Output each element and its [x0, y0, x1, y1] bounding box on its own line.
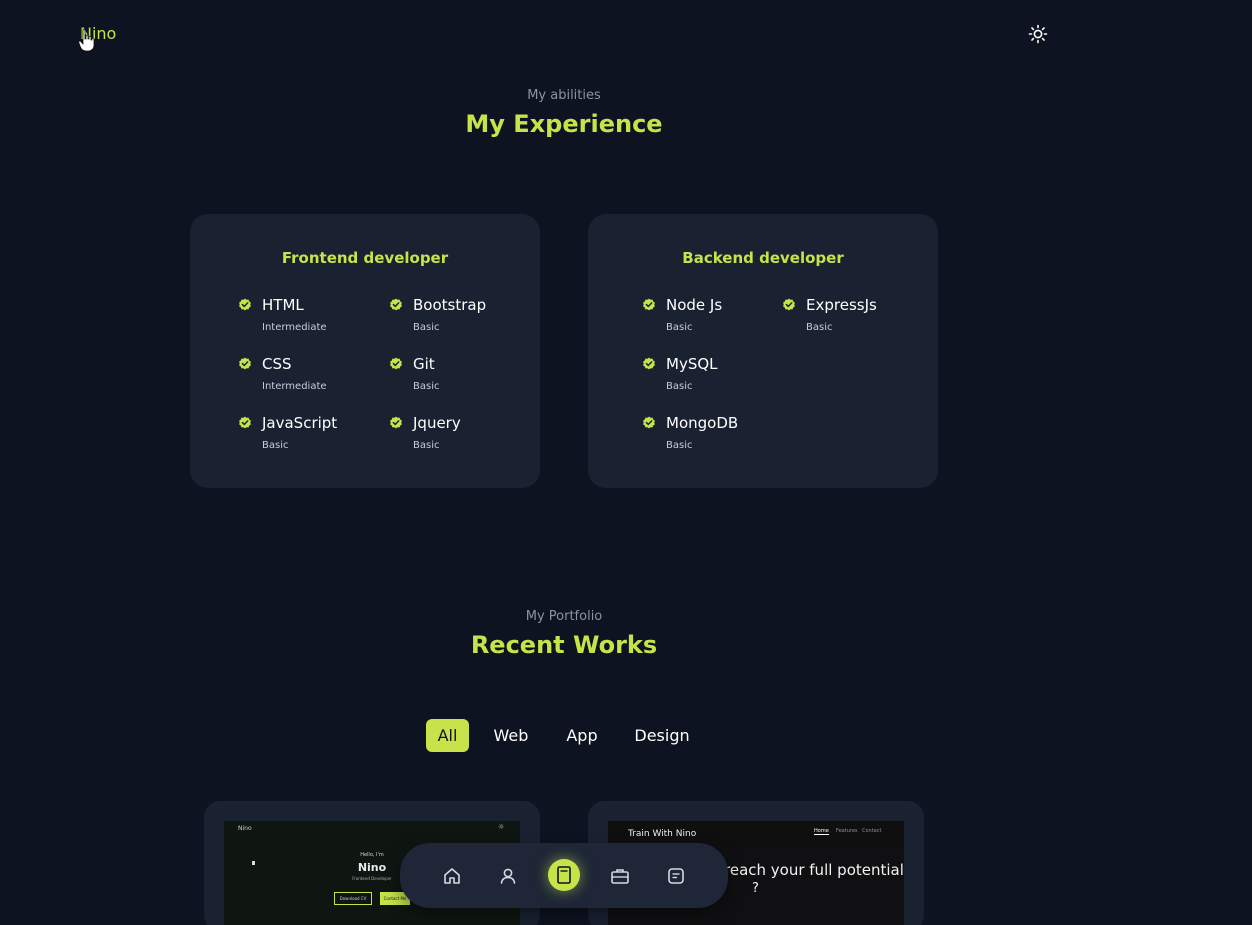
skill-level: Basic: [806, 322, 833, 333]
skill-level: Basic: [413, 322, 440, 333]
briefcase-icon[interactable]: [606, 862, 634, 890]
thumb-nav-home: Home: [814, 828, 829, 835]
hand-cursor-icon: [78, 28, 96, 52]
check-badge-icon: [389, 416, 403, 430]
check-badge-icon: [238, 416, 252, 430]
message-icon[interactable]: [662, 862, 690, 890]
portfolio-title: Recent Works: [470, 631, 658, 659]
skill-level: Basic: [666, 440, 693, 451]
thumb-headline-mark: ?: [752, 881, 759, 896]
frontend-card: Frontend developer HTML Intermediate Boo…: [190, 214, 540, 488]
book-icon[interactable]: [548, 859, 580, 891]
thumb-nav-features: Features: [836, 828, 858, 834]
frontend-card-title: Frontend developer: [281, 249, 449, 267]
backend-card: Backend developer Node Js Basic ExpressJ…: [588, 214, 938, 488]
check-badge-icon: [642, 357, 656, 371]
thumb-cursor-icon: [252, 861, 255, 865]
skill-name: Node Js: [666, 296, 723, 314]
check-badge-icon: [642, 416, 656, 430]
skill-name: CSS: [262, 355, 292, 373]
filter-tab-app[interactable]: App: [558, 719, 606, 752]
skill-name: Git: [413, 355, 435, 373]
skill-level: Intermediate: [262, 322, 327, 333]
filter-tab-web[interactable]: Web: [486, 719, 536, 752]
skill-level: Basic: [666, 322, 693, 333]
check-badge-icon: [642, 298, 656, 312]
user-icon[interactable]: [494, 862, 522, 890]
thumb-nav-contact: Contact: [862, 828, 882, 834]
skill-level: Basic: [666, 381, 693, 392]
skill-name: HTML: [262, 296, 304, 314]
sun-icon[interactable]: [1028, 24, 1048, 44]
filter-tab-design[interactable]: Design: [628, 719, 696, 752]
check-badge-icon: [389, 357, 403, 371]
experience-title: My Experience: [465, 110, 663, 138]
skill-name: ExpressJs: [806, 296, 877, 314]
check-badge-icon: [238, 298, 252, 312]
thumb-brand: Train With Nino: [628, 829, 697, 839]
filter-tab-all[interactable]: All: [426, 719, 469, 752]
skill-name: Bootstrap: [413, 296, 487, 314]
thumb-sun-icon: ☼: [498, 823, 505, 831]
portfolio-subtitle: My Portfolio: [525, 609, 603, 624]
skill-name: MongoDB: [666, 414, 739, 432]
skill-level: Basic: [413, 381, 440, 392]
thumb-headline: reach your full potential: [724, 861, 904, 879]
backend-card-title: Backend developer: [682, 249, 844, 267]
check-badge-icon: [389, 298, 403, 312]
skill-name: MySQL: [666, 355, 718, 373]
thumb-button-cv: Download CV: [334, 892, 372, 905]
check-badge-icon: [238, 357, 252, 371]
skill-name: JavaScript: [262, 414, 338, 432]
thumb-logo: Nino: [238, 825, 252, 832]
bottom-nav-dock: [400, 843, 728, 908]
home-icon[interactable]: [438, 862, 466, 890]
skill-level: Intermediate: [262, 381, 327, 392]
skill-level: Basic: [262, 440, 289, 451]
experience-subtitle: My abilities: [527, 88, 601, 103]
check-badge-icon: [782, 298, 796, 312]
skill-name: Jquery: [413, 414, 461, 432]
skill-level: Basic: [413, 440, 440, 451]
